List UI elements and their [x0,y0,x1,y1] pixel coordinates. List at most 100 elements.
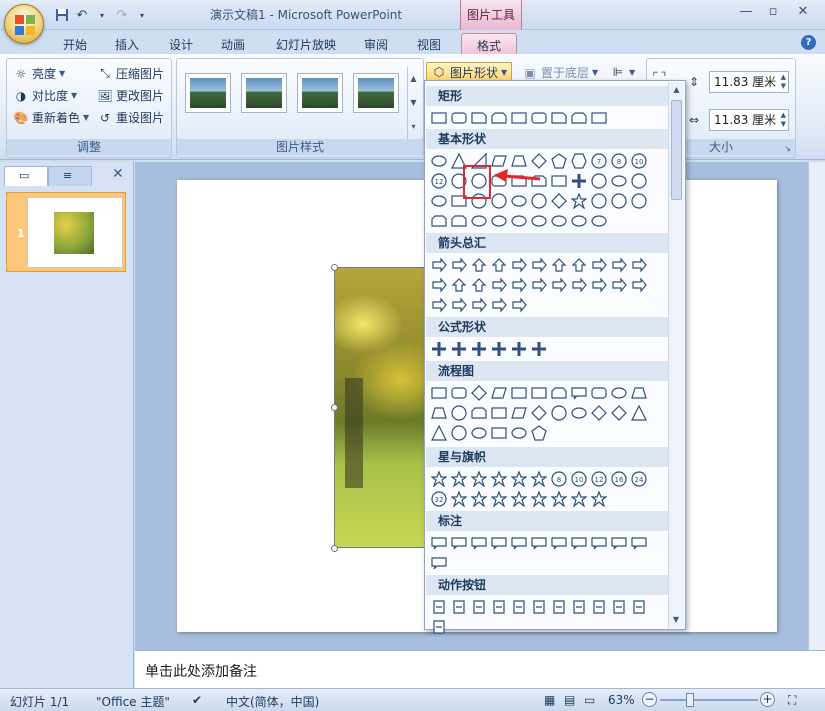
shape-option[interactable] [589,383,609,403]
shape-option[interactable] [609,597,629,617]
shape-option[interactable] [589,108,609,128]
shape-option[interactable]: 12 [589,469,609,489]
shape-option[interactable] [509,339,529,359]
shape-option[interactable] [569,383,589,403]
shape-option[interactable] [589,255,609,275]
zoom-slider-thumb[interactable] [686,693,694,707]
shape-option[interactable] [489,423,509,443]
align-button[interactable]: ⊫ ▼ [610,64,635,80]
shape-option[interactable] [549,191,569,211]
shape-option[interactable] [549,489,569,509]
picture[interactable] [334,267,430,548]
shape-option[interactable] [489,597,509,617]
shape-option[interactable] [429,108,449,128]
tab-home[interactable]: 开始 [56,33,94,54]
shape-option[interactable] [489,255,509,275]
shape-option[interactable] [609,255,629,275]
shape-option[interactable] [489,403,509,423]
tab-animation[interactable]: 动画 [214,33,252,54]
contrast-button[interactable]: ◑ 对比度 ▼ [13,87,77,104]
shape-option[interactable] [469,403,489,423]
shape-option[interactable] [429,255,449,275]
shape-option[interactable] [429,403,449,423]
vertical-scrollbar[interactable] [808,162,825,650]
picture-style-thumb[interactable] [241,73,287,113]
restore-icon[interactable]: ▫ [760,4,786,22]
shape-option[interactable] [629,597,649,617]
save-icon[interactable] [54,7,70,23]
resize-handle[interactable] [331,404,338,411]
shape-option[interactable] [529,597,549,617]
shape-option[interactable] [449,108,469,128]
tab-design[interactable]: 设计 [162,33,200,54]
width-field[interactable]: 11.83 厘米 ▲ ▼ [709,109,789,131]
redo-icon[interactable]: ↷ [114,7,130,23]
picture-style-thumb[interactable] [353,73,399,113]
shape-option[interactable]: 7 [589,151,609,171]
shape-option[interactable] [589,489,609,509]
shape-option[interactable] [569,211,589,231]
zoom-in-icon[interactable]: + [760,692,775,707]
shape-option[interactable] [429,383,449,403]
shape-option[interactable] [429,553,449,573]
shape-option[interactable] [489,191,509,211]
shape-option[interactable] [569,171,589,191]
shape-option[interactable] [489,469,509,489]
shape-option[interactable] [609,533,629,553]
shape-option[interactable] [469,295,489,315]
shape-option[interactable] [469,211,489,231]
shape-option[interactable] [509,275,529,295]
shape-option[interactable] [429,151,449,171]
shape-option[interactable] [549,255,569,275]
shape-option[interactable] [509,383,529,403]
shape-option[interactable] [529,211,549,231]
shape-option[interactable] [469,339,489,359]
office-button[interactable] [4,4,44,44]
shape-option[interactable] [569,597,589,617]
gallery-down-icon[interactable]: ▼ [408,91,419,115]
shape-option[interactable] [469,383,489,403]
shape-option[interactable] [469,255,489,275]
resize-handle[interactable] [331,264,338,271]
notes-pane[interactable]: 单击此处添加备注 [135,650,825,688]
shape-option[interactable] [609,171,629,191]
shape-option[interactable] [509,108,529,128]
shape-option[interactable] [569,489,589,509]
height-spinner-icon[interactable]: ▲ ▼ [781,73,786,91]
slide-thumbnail-selected[interactable]: 1 [6,192,126,272]
shape-option[interactable] [489,383,509,403]
shape-option[interactable] [449,403,469,423]
shape-option[interactable] [529,339,549,359]
shape-option[interactable] [449,275,469,295]
shape-option[interactable] [549,403,569,423]
shape-option[interactable] [509,191,529,211]
shape-option[interactable] [529,533,549,553]
gallery-more-icon[interactable]: ▾ [408,115,419,139]
shape-option[interactable] [489,295,509,315]
tab-view[interactable]: 视图 [410,33,448,54]
shape-option[interactable] [489,211,509,231]
shape-option[interactable] [469,275,489,295]
shape-option[interactable] [629,533,649,553]
shape-option[interactable] [589,171,609,191]
tab-insert[interactable]: 插入 [108,33,146,54]
shape-option[interactable] [489,533,509,553]
shape-option[interactable] [469,469,489,489]
shape-option[interactable] [429,469,449,489]
undo-dropdown-icon[interactable]: ▾ [94,7,110,23]
shape-option[interactable]: 10 [629,151,649,171]
undo-icon[interactable]: ↶ [74,7,90,23]
shape-option[interactable] [449,423,469,443]
shape-option[interactable] [589,597,609,617]
shape-option[interactable] [589,211,609,231]
zoom-slider-track[interactable] [660,699,758,701]
shape-option[interactable] [429,533,449,553]
picture-shape-button[interactable]: ⬡ 图片形状 ▼ [426,62,513,82]
shape-option[interactable] [629,383,649,403]
shape-option[interactable]: 10 [569,469,589,489]
tab-review[interactable]: 审阅 [357,33,395,54]
shape-option[interactable]: 12 [429,171,449,191]
shape-option[interactable] [469,489,489,509]
shape-option[interactable] [429,423,449,443]
shape-option[interactable] [589,403,609,423]
